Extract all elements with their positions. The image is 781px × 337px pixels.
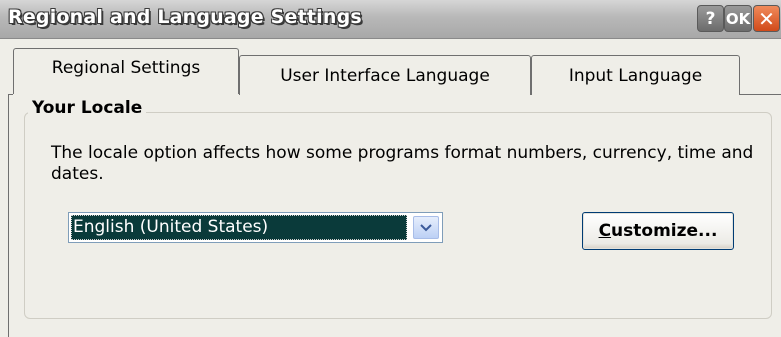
close-button[interactable]: ✕ [753, 5, 780, 32]
tab-input-language-label: Input Language [568, 65, 703, 86]
tab-regional-settings-label: Regional Settings [51, 58, 201, 78]
locale-select[interactable]: English (United States) [68, 212, 443, 243]
regional-language-settings-window: Regional and Language Settings ? OK ✕ Re… [0, 0, 781, 337]
locale-description: The locale option affects how some progr… [51, 143, 754, 184]
help-button[interactable]: ? [697, 5, 724, 32]
locale-select-value: English (United States) [71, 215, 407, 240]
window-title: Regional and Language Settings [8, 6, 362, 28]
your-locale-legend: Your Locale [28, 98, 147, 118]
customize-label: ustomize... [611, 221, 718, 241]
tab-page-border [8, 94, 9, 337]
ok-label: OK [725, 9, 751, 28]
customize-accelerator: C [598, 221, 612, 241]
ok-button[interactable]: OK [724, 5, 752, 32]
close-icon: ✕ [758, 6, 775, 31]
chevron-down-icon [420, 223, 432, 231]
title-bar[interactable]: Regional and Language Settings ? OK ✕ [0, 0, 781, 39]
locale-dropdown-button[interactable] [413, 216, 439, 239]
help-icon: ? [705, 8, 716, 29]
customize-button[interactable]: Customize... [582, 212, 734, 250]
tab-user-interface-language[interactable]: User Interface Language [239, 55, 531, 95]
tab-regional-settings[interactable]: Regional Settings [13, 48, 239, 94]
tab-user-interface-language-label: User Interface Language [280, 65, 490, 86]
tab-input-language[interactable]: Input Language [531, 55, 740, 95]
